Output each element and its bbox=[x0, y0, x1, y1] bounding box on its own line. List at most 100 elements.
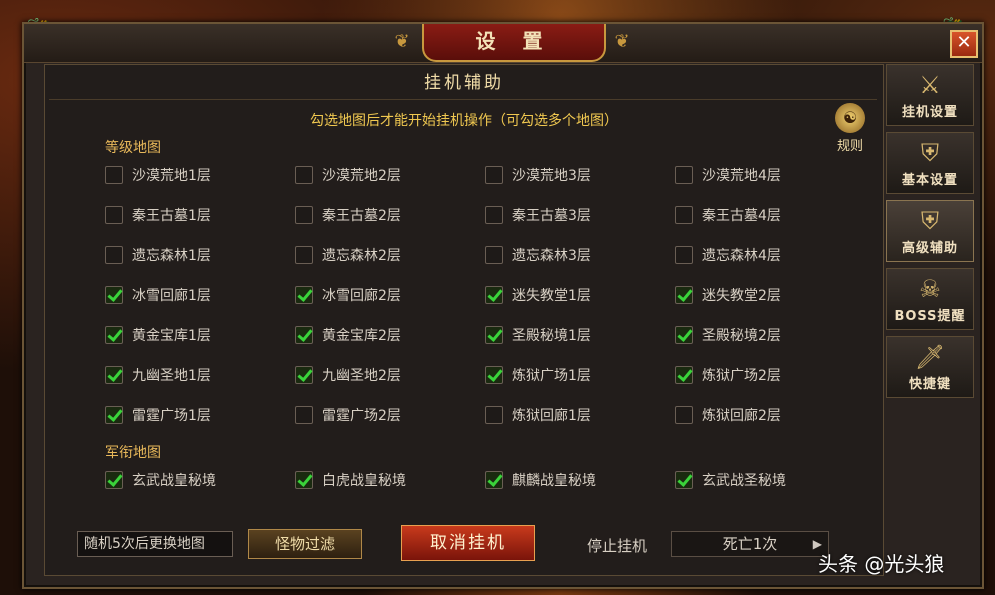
checkbox-checked[interactable] bbox=[485, 366, 503, 384]
map-option[interactable]: 麒麟战皇秘境 bbox=[485, 468, 665, 492]
checkbox-checked[interactable] bbox=[105, 471, 123, 489]
rank-maps-label: 军衔地图 bbox=[105, 445, 161, 461]
bottom-controls: 随机5次后更换地图 怪物过滤 取消挂机 停止挂机 死亡1次 ▶ bbox=[45, 525, 883, 565]
rules-label: 规则 bbox=[836, 139, 863, 154]
checkbox-checked[interactable] bbox=[295, 471, 313, 489]
map-option[interactable]: 雷霆广场2层 bbox=[295, 403, 475, 427]
map-option[interactable]: 沙漠荒地1层 bbox=[105, 163, 285, 187]
checkbox-checked[interactable] bbox=[485, 326, 503, 344]
checkbox-unchecked[interactable] bbox=[295, 246, 313, 264]
panel-title: 挂机辅助 bbox=[424, 73, 504, 93]
checkbox-checked[interactable] bbox=[295, 286, 313, 304]
checkbox-checked[interactable] bbox=[675, 366, 693, 384]
map-option[interactable]: 黄金宝库2层 bbox=[295, 323, 475, 347]
checkbox-checked[interactable] bbox=[295, 366, 313, 384]
map-option-label: 黄金宝库2层 bbox=[322, 328, 401, 344]
side-tab-label: 基本设置 bbox=[901, 173, 958, 188]
map-option[interactable]: 迷失教堂1层 bbox=[485, 283, 665, 307]
monster-filter-button[interactable]: 怪物过滤 bbox=[248, 529, 362, 559]
checkbox-unchecked[interactable] bbox=[295, 206, 313, 224]
checkbox-checked[interactable] bbox=[105, 326, 123, 344]
map-option[interactable]: 炼狱广场1层 bbox=[485, 363, 665, 387]
map-option[interactable]: 迷失教堂2层 bbox=[675, 283, 855, 307]
map-option-label: 麒麟战皇秘境 bbox=[512, 473, 596, 489]
map-option-label: 沙漠荒地1层 bbox=[132, 168, 211, 184]
map-option[interactable]: 遗忘森林2层 bbox=[295, 243, 475, 267]
checkbox-unchecked[interactable] bbox=[105, 166, 123, 184]
side-tab[interactable]: ⚔ 挂机设置 bbox=[886, 64, 974, 126]
map-option[interactable]: 遗忘森林3层 bbox=[485, 243, 665, 267]
side-tab[interactable]: ⛨ 基本设置 bbox=[886, 132, 974, 194]
checkbox-unchecked[interactable] bbox=[295, 166, 313, 184]
checkbox-unchecked[interactable] bbox=[295, 406, 313, 424]
map-option[interactable]: 玄武战皇秘境 bbox=[105, 468, 285, 492]
checkbox-unchecked[interactable] bbox=[105, 206, 123, 224]
map-option[interactable]: 九幽圣地2层 bbox=[295, 363, 475, 387]
checkbox-checked[interactable] bbox=[675, 471, 693, 489]
checkbox-unchecked[interactable] bbox=[675, 406, 693, 424]
map-option[interactable]: 冰雪回廊1层 bbox=[105, 283, 285, 307]
shield-emblem-icon: ⛨ bbox=[921, 139, 939, 167]
map-option[interactable]: 白虎战皇秘境 bbox=[295, 468, 475, 492]
checkbox-unchecked[interactable] bbox=[675, 246, 693, 264]
map-switch-select[interactable]: 随机5次后更换地图 bbox=[77, 531, 233, 557]
checkbox-checked[interactable] bbox=[295, 326, 313, 344]
close-button[interactable]: ✕ bbox=[950, 30, 978, 58]
map-option-label: 遗忘森林2层 bbox=[322, 248, 401, 264]
checkbox-unchecked[interactable] bbox=[485, 206, 503, 224]
map-option-label: 遗忘森林1层 bbox=[132, 248, 211, 264]
map-option[interactable]: 遗忘森林4层 bbox=[675, 243, 855, 267]
map-option[interactable]: 沙漠荒地2层 bbox=[295, 163, 475, 187]
stop-condition-select[interactable]: 死亡1次 ▶ bbox=[671, 531, 829, 557]
side-tab-label: BOSS提醒 bbox=[894, 309, 966, 324]
checkbox-checked[interactable] bbox=[105, 286, 123, 304]
afk-assist-panel: 挂机辅助 勾选地图后才能开始挂机操作（可勾选多个地图） ☯ 规则 等级地图 沙漠… bbox=[44, 64, 884, 576]
rules-button[interactable]: ☯ 规则 bbox=[825, 103, 875, 157]
checkbox-checked[interactable] bbox=[105, 366, 123, 384]
checkbox-unchecked[interactable] bbox=[485, 166, 503, 184]
map-option-label: 沙漠荒地2层 bbox=[322, 168, 401, 184]
checkbox-unchecked[interactable] bbox=[675, 166, 693, 184]
map-option-label: 九幽圣地1层 bbox=[132, 368, 211, 384]
side-tab[interactable]: ⛨ 高级辅助 bbox=[886, 200, 974, 262]
map-option[interactable]: 沙漠荒地3层 bbox=[485, 163, 665, 187]
map-option[interactable]: 冰雪回廊2层 bbox=[295, 283, 475, 307]
checkbox-unchecked[interactable] bbox=[675, 206, 693, 224]
level-maps-grid: 沙漠荒地1层 沙漠荒地2层 沙漠荒地3层 沙漠荒地4层秦王古墓1层 秦王古墓2层 秦王古墓… bbox=[105, 163, 885, 443]
map-option-label: 秦王古墓3层 bbox=[512, 208, 591, 224]
map-option[interactable]: 炼狱回廊2层 bbox=[675, 403, 855, 427]
checkbox-checked[interactable] bbox=[485, 286, 503, 304]
checkbox-checked[interactable] bbox=[675, 286, 693, 304]
map-option[interactable]: 秦王古墓3层 bbox=[485, 203, 665, 227]
map-option[interactable]: 圣殿秘境2层 bbox=[675, 323, 855, 347]
crossed-swords-icon: ⚔ bbox=[919, 71, 941, 99]
checkbox-checked[interactable] bbox=[675, 326, 693, 344]
map-option[interactable]: 黄金宝库1层 bbox=[105, 323, 285, 347]
side-tab[interactable]: ☠ BOSS提醒 bbox=[886, 268, 974, 330]
map-option-label: 黄金宝库1层 bbox=[132, 328, 211, 344]
cancel-afk-button[interactable]: 取消挂机 bbox=[401, 525, 535, 561]
map-option[interactable]: 圣殿秘境1层 bbox=[485, 323, 665, 347]
shield-emblem-icon: ⛨ bbox=[921, 207, 939, 235]
map-option[interactable]: 雷霆广场1层 bbox=[105, 403, 285, 427]
map-option[interactable]: 秦王古墓2层 bbox=[295, 203, 475, 227]
checkbox-unchecked[interactable] bbox=[485, 246, 503, 264]
map-option[interactable]: 遗忘森林1层 bbox=[105, 243, 285, 267]
map-option[interactable]: 玄武战圣秘境 bbox=[675, 468, 855, 492]
map-option-label: 雷霆广场1层 bbox=[132, 408, 211, 424]
map-option[interactable]: 炼狱回廊1层 bbox=[485, 403, 665, 427]
map-option-label: 沙漠荒地4层 bbox=[702, 168, 781, 184]
checkbox-unchecked[interactable] bbox=[485, 406, 503, 424]
stop-condition-value: 死亡1次 bbox=[722, 535, 778, 553]
map-option[interactable]: 九幽圣地1层 bbox=[105, 363, 285, 387]
map-option[interactable]: 沙漠荒地4层 bbox=[675, 163, 855, 187]
map-option[interactable]: 秦王古墓1层 bbox=[105, 203, 285, 227]
checkbox-checked[interactable] bbox=[485, 471, 503, 489]
map-option[interactable]: 秦王古墓4层 bbox=[675, 203, 855, 227]
checkbox-unchecked[interactable] bbox=[105, 246, 123, 264]
map-option[interactable]: 炼狱广场2层 bbox=[675, 363, 855, 387]
checkbox-checked[interactable] bbox=[105, 406, 123, 424]
helmet-icon: ☯ bbox=[835, 103, 865, 133]
side-tabs: ⚔ 挂机设置 ⛨ 基本设置 ⛨ 高级辅助 ☠ BOSS提醒 🗡 快捷键 bbox=[884, 64, 976, 404]
side-tab[interactable]: 🗡 快捷键 bbox=[886, 336, 974, 398]
